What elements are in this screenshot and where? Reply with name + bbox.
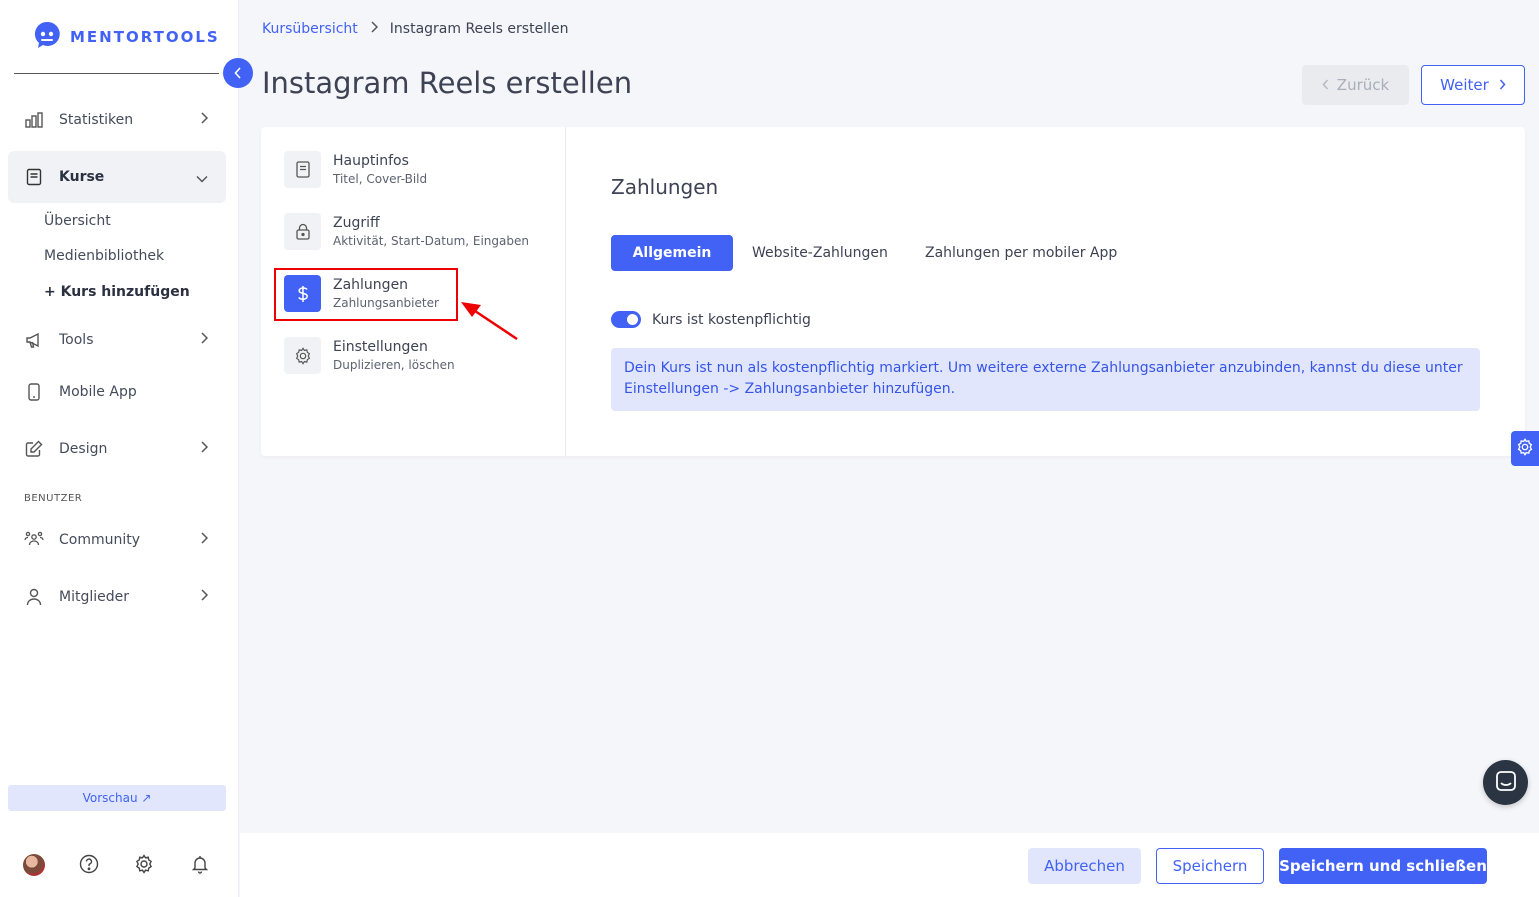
step-title: Zugriff <box>333 214 380 231</box>
phone-icon <box>24 382 44 402</box>
logo-text: MENTORTOOLS <box>70 28 220 46</box>
gear-icon <box>1516 437 1534 460</box>
chevron-left-icon <box>1322 76 1329 94</box>
annotation-arrow-icon <box>457 297 521 347</box>
step-title: Einstellungen <box>333 338 428 355</box>
paid-course-toggle-row: Kurs ist kostenpflichtig <box>611 311 811 328</box>
sidebar-item-label: Community <box>59 532 141 548</box>
chevron-right-icon <box>200 532 209 548</box>
tab-allgemein[interactable]: Allgemein <box>611 235 733 271</box>
tab-zahlungen-mobile-app[interactable]: Zahlungen per mobiler App <box>925 235 1117 271</box>
sidebar-item-label: Tools <box>59 332 94 348</box>
sidebar-item-statistiken[interactable]: Statistiken <box>8 96 226 144</box>
page-title: Instagram Reels erstellen <box>262 66 633 100</box>
info-message: Dein Kurs ist nun als kostenpflichtig ma… <box>611 348 1480 411</box>
cancel-button[interactable]: Abbrechen <box>1028 848 1141 884</box>
next-button-label: Weiter <box>1440 76 1489 94</box>
sidebar-item-label: Design <box>59 441 108 457</box>
settings-side-button[interactable] <box>1511 431 1539 466</box>
preview-button[interactable]: Vorschau ↗ <box>8 785 226 811</box>
chat-launcher-button[interactable] <box>1483 760 1528 805</box>
sidebar-item-kurse[interactable]: Kurse <box>8 151 226 203</box>
step-subtitle: Titel, Cover-Bild <box>333 171 428 186</box>
sidebar-bottom-bar <box>0 850 239 882</box>
bell-icon[interactable] <box>190 854 210 878</box>
step-title: Hauptinfos <box>333 152 409 169</box>
chevron-right-icon <box>370 21 378 37</box>
gear-icon[interactable] <box>134 854 154 878</box>
step-subtitle: Aktivität, Start-Datum, Eingaben <box>333 233 529 248</box>
chevron-right-icon <box>200 589 209 605</box>
book-icon <box>24 167 44 187</box>
paid-course-toggle[interactable] <box>611 311 641 328</box>
step-einstellungen[interactable]: Einstellungen Duplizieren, löschen <box>284 337 455 374</box>
book-icon <box>284 151 321 188</box>
next-button[interactable]: Weiter <box>1421 65 1525 105</box>
sidebar-item-mobile-app[interactable]: Mobile App <box>8 368 226 416</box>
sidebar: MENTORTOOLS Statistiken Kurse Übersicht … <box>0 0 239 897</box>
sidebar-item-label: Kurse <box>59 169 105 185</box>
avatar[interactable] <box>23 854 45 876</box>
course-editor-card: Hauptinfos Titel, Cover-Bild Zugriff Akt… <box>261 127 1525 456</box>
back-button[interactable]: Zurück <box>1302 65 1409 105</box>
save-and-close-button[interactable]: Speichern und schließen <box>1279 848 1487 884</box>
back-button-label: Zurück <box>1336 76 1390 94</box>
sidebar-item-mitglieder[interactable]: Mitglieder <box>8 573 226 621</box>
sidebar-item-tools[interactable]: Tools <box>8 316 226 364</box>
save-button[interactable]: Speichern <box>1156 848 1264 884</box>
annotation-highlight-box <box>274 268 458 321</box>
community-icon <box>24 530 44 550</box>
footer-action-bar: Abbrechen Speichern Speichern und schlie… <box>240 833 1539 897</box>
logo[interactable]: MENTORTOOLS <box>32 20 220 54</box>
section-title: Zahlungen <box>611 175 719 199</box>
chevron-left-icon <box>234 64 242 83</box>
chat-icon <box>1495 770 1517 796</box>
breadcrumb-current: Instagram Reels erstellen <box>389 21 569 37</box>
divider <box>14 73 219 74</box>
sidebar-item-community[interactable]: Community <box>8 516 226 564</box>
bar-chart-icon <box>24 110 44 130</box>
lock-icon <box>284 213 321 250</box>
megaphone-icon <box>24 330 44 350</box>
step-zugriff[interactable]: Zugriff Aktivität, Start-Datum, Eingaben <box>284 213 529 250</box>
sidebar-item-label: Mitglieder <box>59 589 129 605</box>
help-icon[interactable] <box>79 854 99 878</box>
sidebar-item-label: Mobile App <box>59 384 137 400</box>
divider <box>565 127 566 456</box>
user-icon <box>24 587 44 607</box>
chevron-right-icon <box>200 441 209 457</box>
collapse-sidebar-button[interactable] <box>223 58 253 88</box>
sidebar-item-design[interactable]: Design <box>8 425 226 473</box>
section-label-benutzer: BENUTZER <box>24 493 83 504</box>
step-subtitle: Duplizieren, löschen <box>333 357 455 372</box>
sidebar-item-label: Statistiken <box>59 112 134 128</box>
breadcrumb-link-kursuebersicht[interactable]: Kursübersicht <box>262 21 358 37</box>
chevron-right-icon <box>200 112 209 128</box>
chevron-down-icon <box>196 171 208 187</box>
chevron-right-icon <box>200 332 209 348</box>
sidebar-subitem-kurs-hinzufuegen[interactable]: + Kurs hinzufügen <box>44 284 190 300</box>
sidebar-subitem-uebersicht[interactable]: Übersicht <box>44 213 111 229</box>
toggle-label: Kurs ist kostenpflichtig <box>652 311 811 328</box>
breadcrumb: Kursübersicht Instagram Reels erstellen <box>262 21 568 37</box>
chevron-right-icon <box>1499 76 1506 94</box>
step-hauptinfos[interactable]: Hauptinfos Titel, Cover-Bild <box>284 151 427 188</box>
gear-icon <box>284 337 321 374</box>
pencil-icon <box>24 439 44 459</box>
logo-icon <box>32 20 62 54</box>
tab-website-zahlungen[interactable]: Website-Zahlungen <box>752 235 888 271</box>
sidebar-subitem-medienbibliothek[interactable]: Medienbibliothek <box>44 248 164 264</box>
